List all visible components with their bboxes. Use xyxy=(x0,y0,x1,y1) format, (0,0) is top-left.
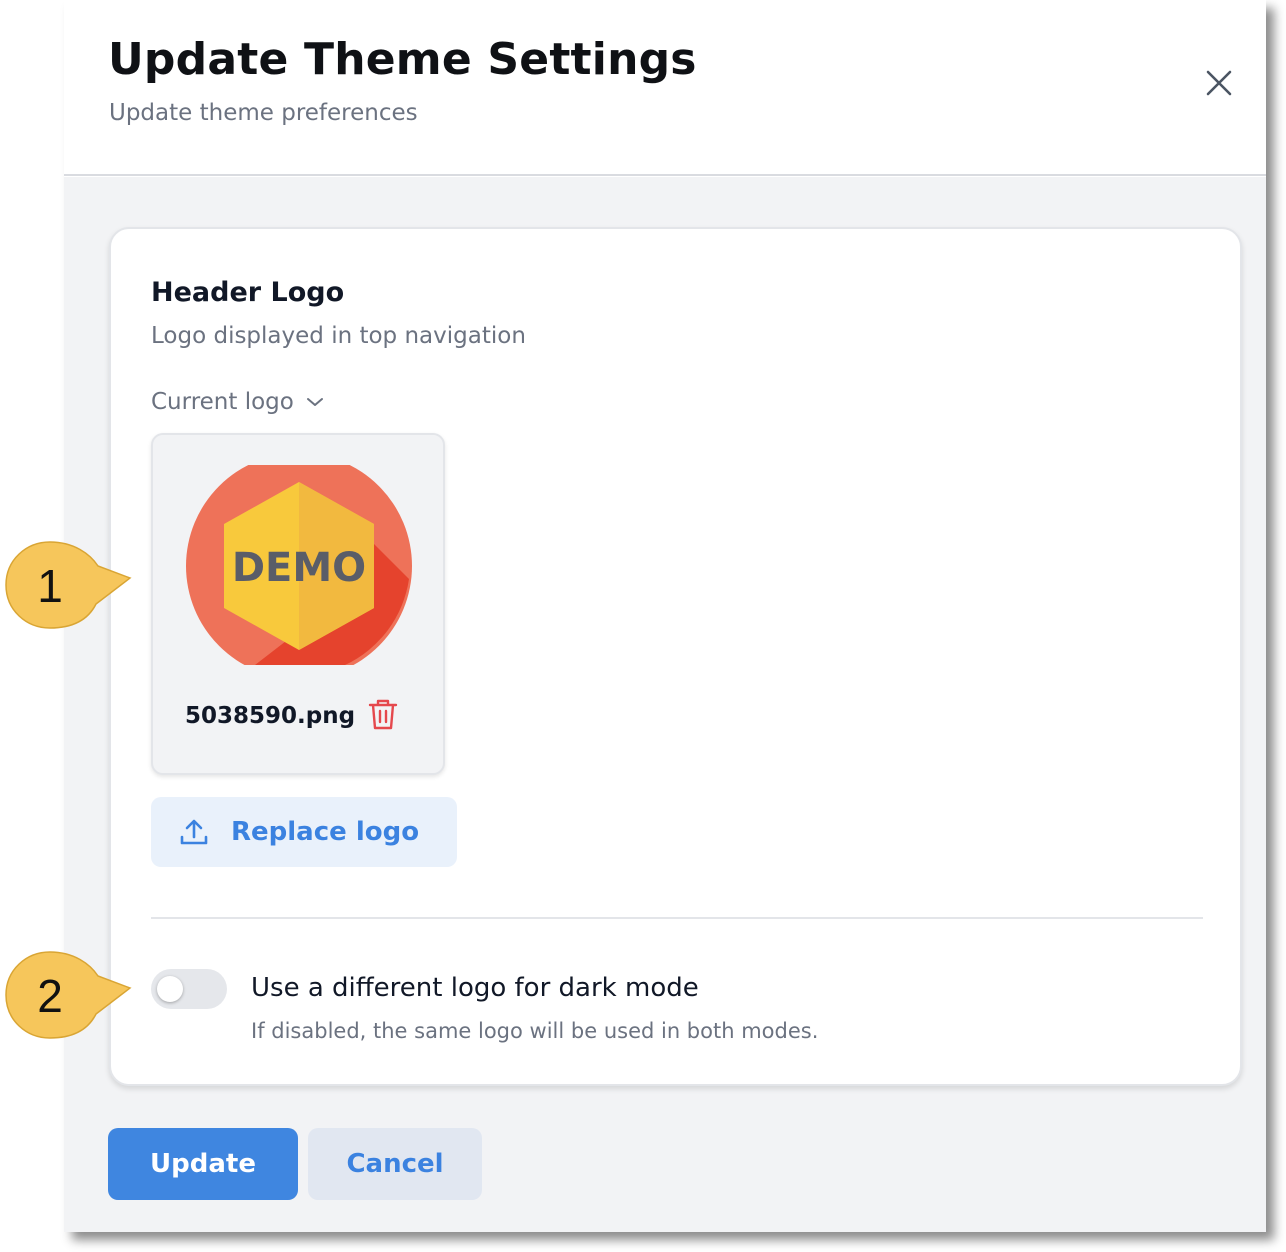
dialog-header: Update Theme Settings Update theme prefe… xyxy=(64,0,1266,176)
logo-image: DEMO xyxy=(186,465,412,665)
header-logo-card: Header Logo Logo displayed in top naviga… xyxy=(109,227,1242,1086)
theme-settings-dialog: Update Theme Settings Update theme prefe… xyxy=(64,0,1266,1232)
dark-mode-toggle-help: If disabled, the same logo will be used … xyxy=(251,1019,819,1043)
dark-mode-logo-toggle[interactable] xyxy=(151,969,227,1009)
section-description: Logo displayed in top navigation xyxy=(151,323,526,349)
chevron-down-icon xyxy=(306,398,323,406)
callout-number: 1 xyxy=(37,560,63,612)
dark-mode-toggle-label: Use a different logo for dark mode xyxy=(251,973,699,1003)
logo-preview-tile: DEMO 5038590.png xyxy=(151,433,445,775)
update-button[interactable]: Update xyxy=(108,1128,298,1200)
current-logo-toggle[interactable]: Current logo xyxy=(151,389,324,415)
close-icon xyxy=(1206,70,1232,96)
logo-text: DEMO xyxy=(232,545,366,591)
dialog-subtitle: Update theme preferences xyxy=(109,100,418,126)
delete-logo-button[interactable] xyxy=(367,697,399,731)
current-logo-label: Current logo xyxy=(151,389,294,415)
callout-number: 2 xyxy=(37,970,63,1022)
replace-logo-button[interactable]: Replace logo xyxy=(151,797,457,867)
toggle-knob xyxy=(157,976,183,1002)
close-button[interactable] xyxy=(1204,68,1234,98)
cancel-button[interactable]: Cancel xyxy=(308,1128,482,1200)
trash-icon xyxy=(368,699,398,730)
replace-logo-label: Replace logo xyxy=(231,817,420,847)
dialog-body: Header Logo Logo displayed in top naviga… xyxy=(64,177,1266,1232)
logo-file-name: 5038590.png xyxy=(185,703,356,729)
upload-icon xyxy=(180,819,208,845)
callout-1: 1 xyxy=(2,538,132,634)
divider xyxy=(151,917,1203,919)
dialog-title: Update Theme Settings xyxy=(108,34,697,85)
callout-2: 2 xyxy=(2,948,132,1044)
section-title: Header Logo xyxy=(151,277,345,308)
